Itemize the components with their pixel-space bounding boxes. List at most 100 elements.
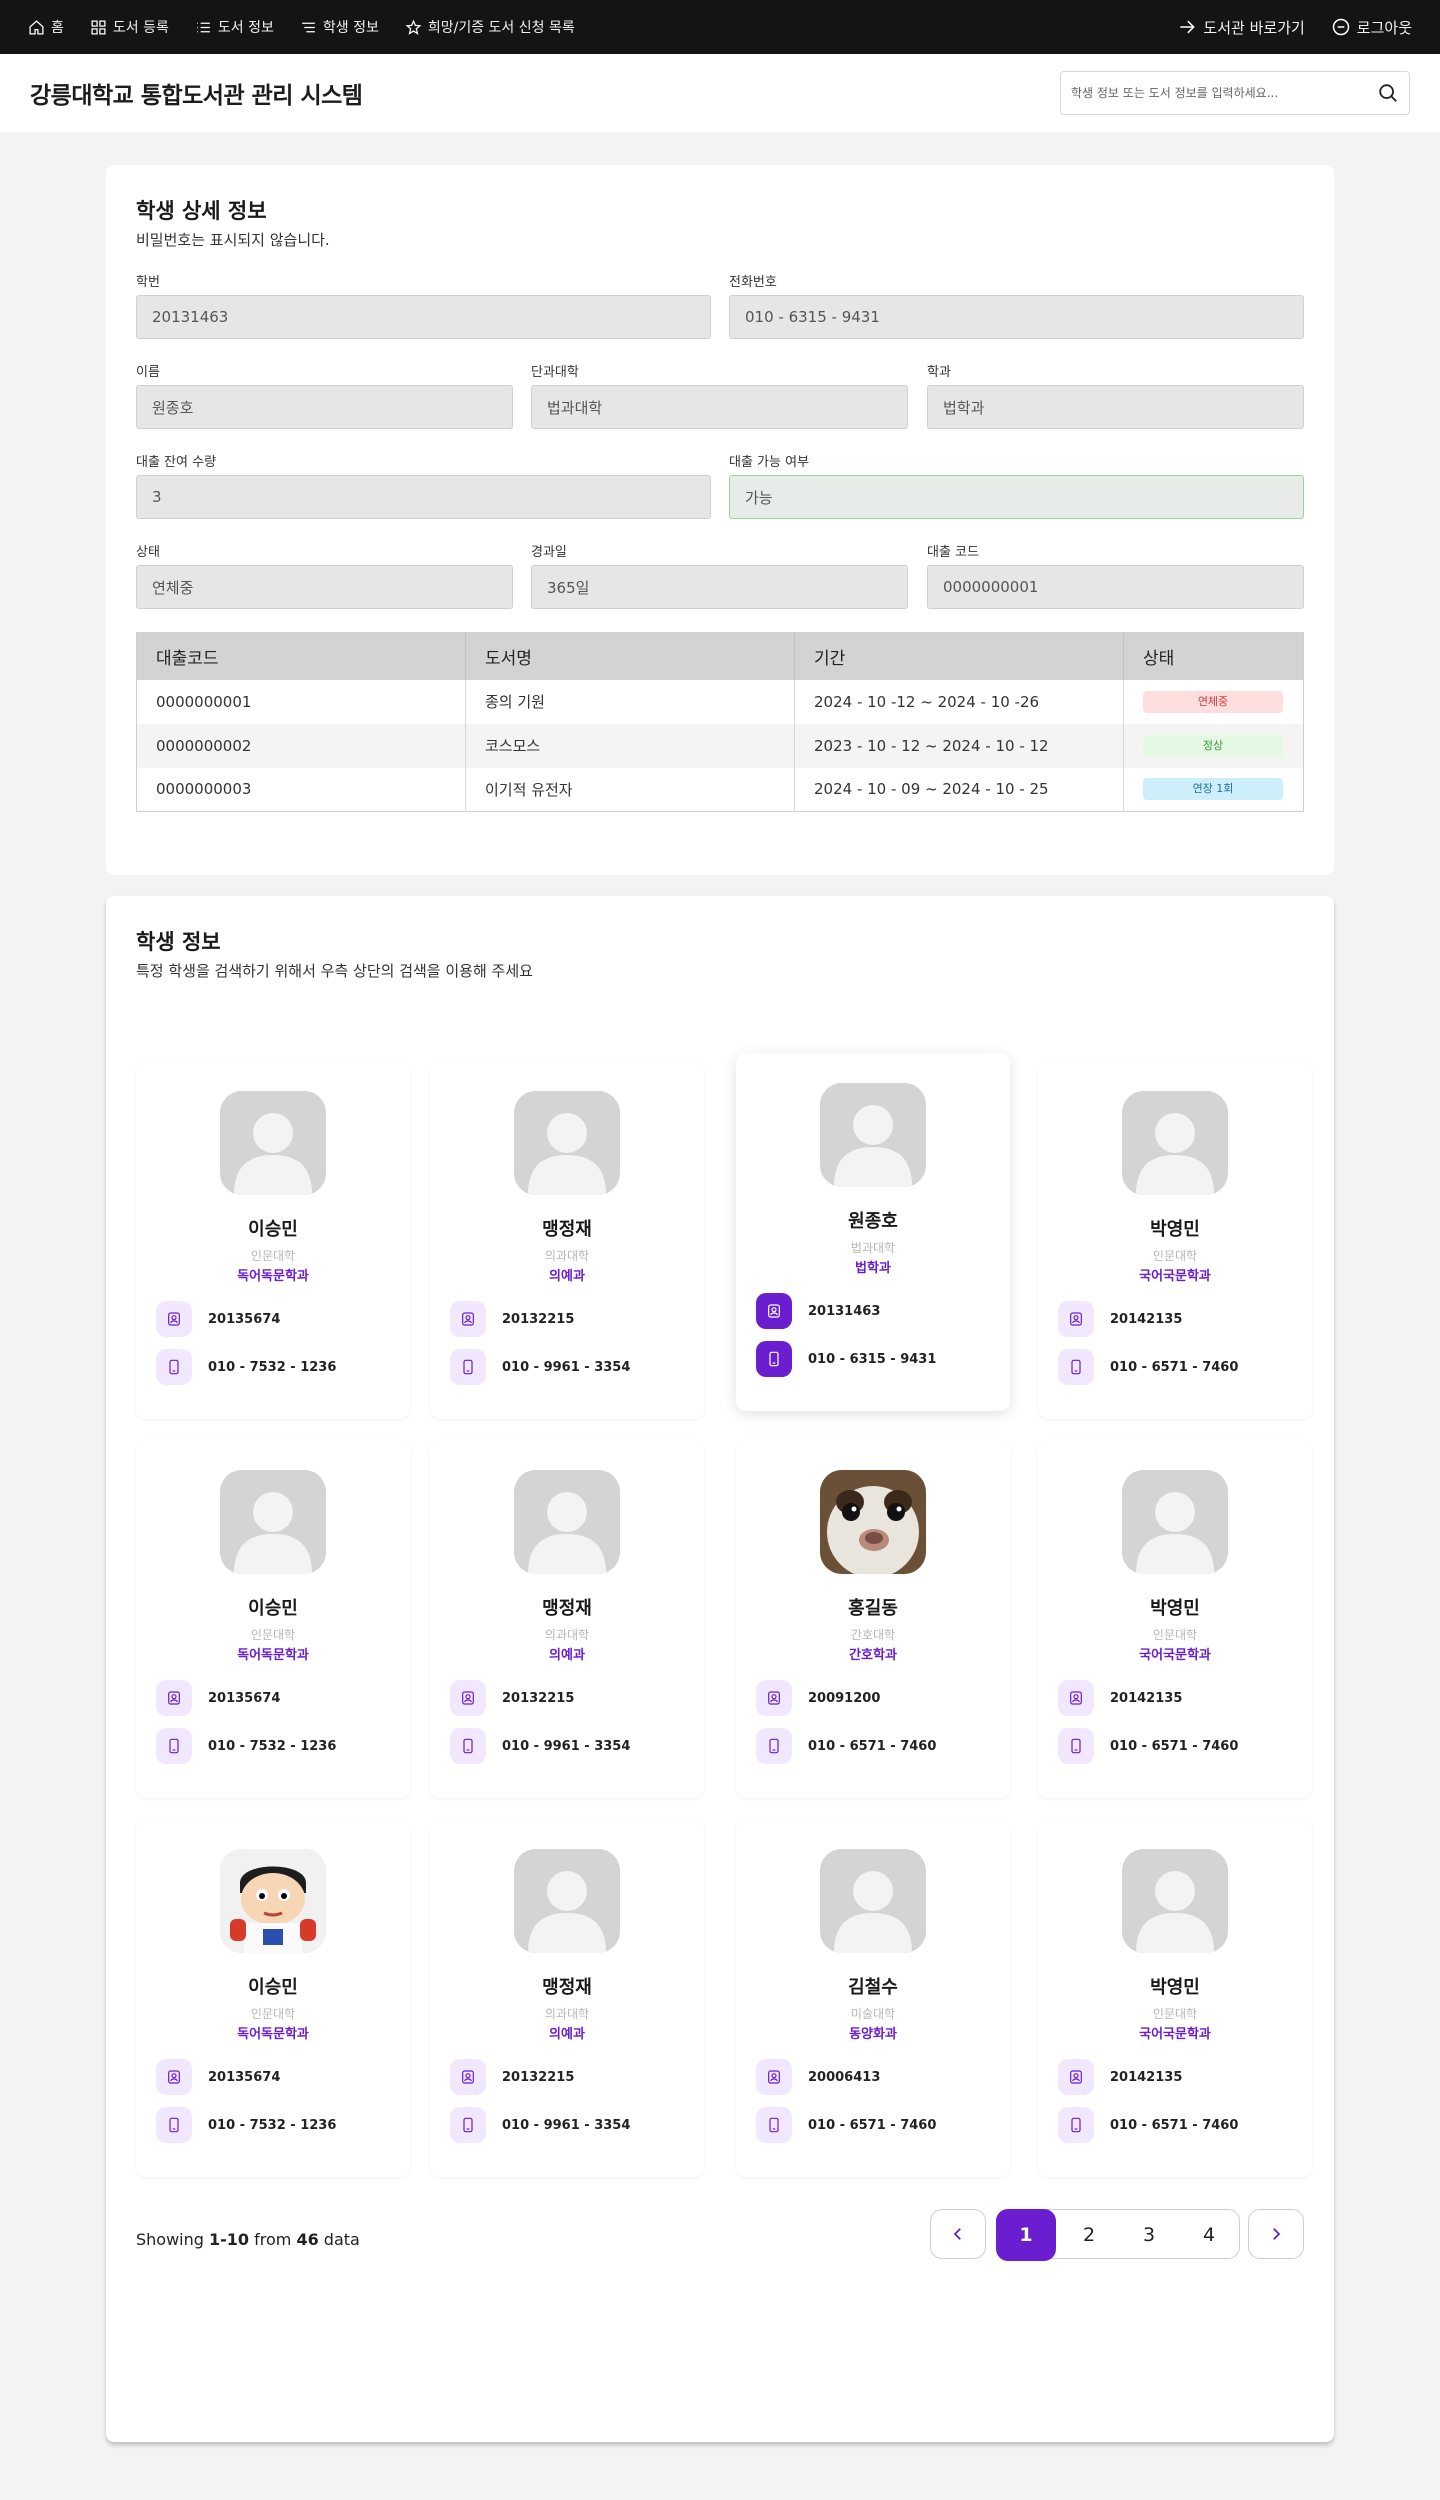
student-id: 20142135	[1110, 2069, 1183, 2085]
student-id: 20132215	[502, 1690, 575, 1706]
table-row[interactable]: 0000000003 이기적 유전자 2024 - 10 - 09 ~ 2024…	[136, 767, 1304, 812]
library-link-label: 도서관 바로가기	[1203, 18, 1305, 37]
list-title: 학생 정보	[136, 930, 221, 954]
student-card[interactable]: 이승민 인문대학 독어독문학과 20135674 010 - 7532 - 1236	[136, 1061, 410, 1419]
table-row[interactable]: 0000000002 코스모스 2023 - 10 - 12 ~ 2024 - …	[136, 723, 1304, 768]
id-badge-icon	[168, 2070, 180, 2084]
student-card[interactable]: 이승민 인문대학 독어독문학과 20135674 010 - 7532 - 1236	[136, 1440, 410, 1798]
phone-icon-wrap	[156, 1728, 192, 1764]
loan-code-field[interactable]: 0000000001	[927, 565, 1304, 609]
nav-request-list[interactable]: 희망/기증 도서 신청 목록	[405, 17, 575, 37]
phone-field[interactable]: 010 - 6315 - 9431	[729, 295, 1304, 339]
phone-icon-wrap	[450, 2107, 486, 2143]
phone-icon	[169, 1359, 179, 1375]
star-icon	[405, 19, 422, 35]
field-label: 대출 가능 여부	[729, 455, 810, 470]
id-badge-icon	[1070, 1691, 1082, 1705]
student-major: 간호학과	[849, 1648, 897, 1663]
status-field[interactable]: 연체중	[136, 565, 513, 609]
student-id-field[interactable]: 20131463	[136, 295, 711, 339]
student-name: 맹정재	[542, 1598, 592, 1619]
field-name: 이름 원종호	[136, 361, 513, 429]
student-list-panel: 학생 정보 특정 학생을 검색하기 위해서 우측 상단의 검색을 이용해 주세요…	[106, 896, 1334, 2442]
student-id: 20142135	[1110, 1690, 1183, 1706]
student-id: 20132215	[502, 1311, 575, 1327]
phone-icon-wrap	[156, 2107, 192, 2143]
list-subtitle: 특정 학생을 검색하기 위해서 우측 상단의 검색을 이용해 주세요	[136, 962, 533, 980]
remaining-field[interactable]: 3	[136, 475, 711, 519]
student-name: 이승민	[248, 1598, 298, 1619]
id-badge-icon	[768, 1691, 780, 1705]
avatar	[1122, 1091, 1228, 1195]
student-detail-panel: 학생 상세 정보 비밀번호는 표시되지 않습니다. 학번 20131463 전화…	[106, 165, 1334, 875]
page-3-button[interactable]: 3	[1119, 2210, 1179, 2260]
student-college: 의과대학	[544, 1249, 590, 1263]
nav-book-register[interactable]: 도서 등록	[90, 17, 169, 37]
period-cell: 2024 - 10 - 09 ~ 2024 - 10 - 25	[794, 767, 1124, 812]
table-row[interactable]: 0000000001 종의 기원 2024 - 10 -12 ~ 2024 - …	[136, 679, 1304, 724]
dept-field[interactable]: 법학과	[927, 385, 1304, 429]
student-phone: 010 - 6571 - 7460	[1110, 1738, 1239, 1754]
id-icon-wrap	[756, 1680, 792, 1716]
status-badge: 정상	[1143, 734, 1283, 757]
field-available: 대출 가능 여부 가능	[729, 451, 1304, 519]
field-dept: 학과 법학과	[927, 361, 1304, 429]
student-id-row: 20135674	[156, 1301, 280, 1337]
student-card[interactable]: 맹정재 의과대학 의예과 20132215 010 - 9961 - 3354	[430, 1819, 704, 2177]
student-card[interactable]: 이승민 인문대학 독어독문학과 20135674 010 - 7532 - 1236	[136, 1819, 410, 2177]
phone-icon	[1071, 1738, 1081, 1754]
logout-button[interactable]: 로그아웃	[1331, 17, 1412, 38]
student-card[interactable]: 원종호 법과대학 법학과 20131463 010 - 6315 - 9431	[736, 1053, 1010, 1411]
showing-prefix: Showing	[136, 2230, 209, 2249]
prev-page-button[interactable]	[930, 2209, 986, 2259]
library-link[interactable]: 도서관 바로가기	[1177, 17, 1305, 38]
page-4-button[interactable]: 4	[1179, 2210, 1239, 2260]
search-icon[interactable]	[1377, 82, 1399, 104]
page-2-button[interactable]: 2	[1059, 2210, 1119, 2260]
student-id: 20006413	[808, 2069, 881, 2085]
id-icon-wrap	[1058, 1680, 1094, 1716]
student-college: 인문대학	[1152, 1249, 1198, 1263]
student-card[interactable]: 박영민 인문대학 국어국문학과 20142135 010 - 6571 - 7460	[1038, 1819, 1312, 2177]
field-label: 상태	[136, 545, 160, 560]
student-id-row: 20142135	[1058, 1680, 1182, 1716]
elapsed-field[interactable]: 365일	[531, 565, 908, 609]
chevron-left-icon	[953, 2228, 961, 2240]
student-major: 동양화과	[849, 2027, 897, 2042]
student-major: 독어독문학과	[237, 1269, 309, 1284]
student-card[interactable]: 홍길동 간호대학 간호학과 20091200 010 - 6571 - 7460	[736, 1440, 1010, 1798]
nav-book-register-label: 도서 등록	[112, 20, 169, 36]
student-card[interactable]: 박영민 인문대학 국어국문학과 20142135 010 - 6571 - 7460	[1038, 1061, 1312, 1419]
minus-circle-icon	[1332, 18, 1350, 36]
student-major: 독어독문학과	[237, 2027, 309, 2042]
student-id-row: 20131463	[756, 1293, 880, 1329]
available-field[interactable]: 가능	[729, 475, 1304, 519]
page-header: 강릉대학교 통합도서관 관리 시스템	[0, 54, 1440, 132]
search-input[interactable]	[1071, 86, 1377, 100]
phone-icon-wrap	[1058, 2107, 1094, 2143]
field-label: 단과대학	[531, 365, 579, 380]
student-phone: 010 - 6571 - 7460	[1110, 2117, 1239, 2133]
student-card[interactable]: 맹정재 의과대학 의예과 20132215 010 - 9961 - 3354	[430, 1440, 704, 1798]
nav-actions: 도서관 바로가기 로그아웃	[1177, 17, 1412, 38]
nav-home[interactable]: 홈	[28, 17, 64, 37]
student-card[interactable]: 김철수 미술대학 동양화과 20006413 010 - 6571 - 7460	[736, 1819, 1010, 2177]
nav-book-info[interactable]: 도서 정보	[195, 17, 274, 37]
table-header-row: 대출코드 도서명 기간 상태	[136, 632, 1304, 680]
grid-icon	[91, 19, 106, 35]
student-card[interactable]: 박영민 인문대학 국어국문학과 20142135 010 - 6571 - 7460	[1038, 1440, 1312, 1798]
id-badge-icon	[168, 1691, 180, 1705]
name-field[interactable]: 원종호	[136, 385, 513, 429]
next-page-button[interactable]	[1248, 2209, 1304, 2259]
phone-icon	[769, 1738, 779, 1754]
student-major: 국어국문학과	[1139, 1648, 1211, 1663]
field-label: 학번	[136, 275, 160, 290]
college-field[interactable]: 법과대학	[531, 385, 908, 429]
nav-student-info[interactable]: 학생 정보	[300, 17, 379, 37]
page-1-button[interactable]: 1	[996, 2209, 1056, 2261]
student-id: 20135674	[208, 1311, 281, 1327]
id-icon-wrap	[450, 1680, 486, 1716]
avatar	[220, 1470, 326, 1574]
student-card[interactable]: 맹정재 의과대학 의예과 20132215 010 - 9961 - 3354	[430, 1061, 704, 1419]
student-phone-row: 010 - 6571 - 7460	[756, 2107, 936, 2143]
